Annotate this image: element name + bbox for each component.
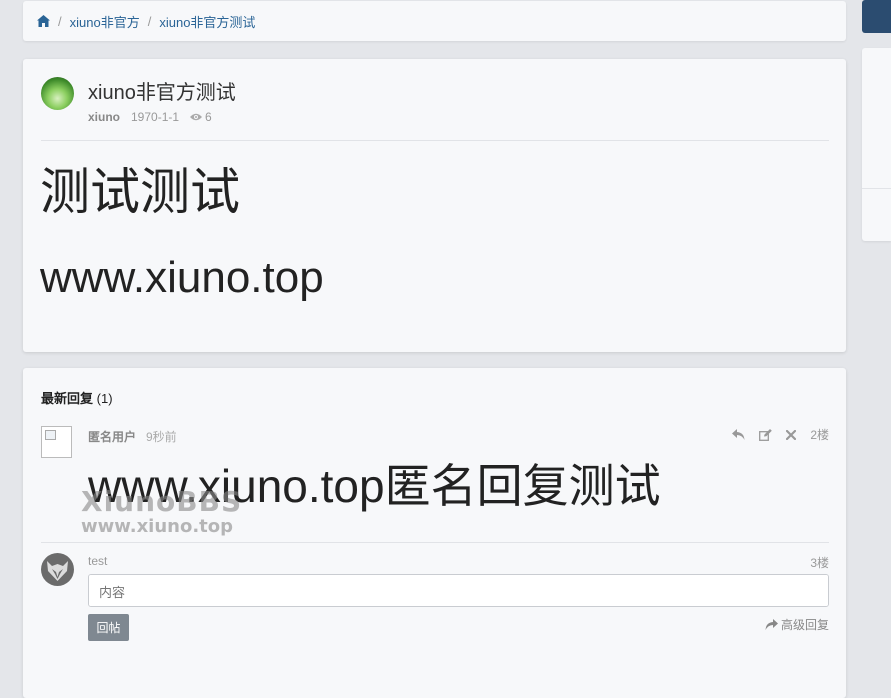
breadcrumb-thread-link[interactable]: xiuno非官方测试 [159,12,255,31]
breadcrumb-forum-link[interactable]: xiuno非官方 [70,12,140,31]
delete-icon[interactable] [786,429,797,440]
share-icon [765,619,778,630]
sidebar-header-block [862,0,891,33]
advanced-reply-label: 高级回复 [780,618,829,632]
reply-avatar [41,426,72,458]
post-content-line: 测试测试 [40,164,240,220]
submit-reply-button[interactable]: 回帖 [88,614,129,641]
post-meta: xiuno 1970-1-1 6 [88,110,212,124]
replies-card: 最新回复 (1) 匿名用户 9秒前 2楼 www.xiuno.top匿名回复测试… [23,368,846,698]
breadcrumb: / xiuno非官方 / xiuno非官方测试 [23,1,846,41]
reply-icon[interactable] [732,429,745,440]
breadcrumb-separator: / [58,13,62,29]
fox-avatar-icon[interactable] [41,553,74,586]
current-username: test [88,554,108,568]
edit-icon[interactable] [759,428,773,441]
post-content-line: www.xiuno.top [40,253,324,302]
thread-post-card: xiuno非官方测试 xiuno 1970-1-1 6 测试测试 www.xiu… [23,59,846,352]
sidebar-divider [862,188,891,189]
watermark-line1: XiunoBBS [81,485,243,518]
home-icon[interactable] [37,15,50,27]
thread-title: xiuno非官方测试 [88,82,236,104]
breadcrumb-separator: / [147,13,152,29]
reply-divider [41,542,829,543]
eye-icon [190,113,203,121]
sidebar-card [862,48,891,241]
replies-header: 最新回复 (1) [41,388,113,407]
author-avatar[interactable] [41,77,74,110]
watermark-line2: www.xiuno.top [81,516,234,537]
reply-time: 9秒前 [146,430,177,444]
next-floor: 3楼 [810,556,829,570]
watermark-logo: XiunoBBS www.xiuno.top [81,488,242,538]
replies-count: (1) [96,391,113,406]
reply-actions: 2楼 [718,426,829,443]
post-date: 1970-1-1 [131,110,180,124]
reply-floor: 2楼 [810,428,829,442]
view-count: 6 [205,110,212,124]
reply-username[interactable]: 匿名用户 [88,428,136,445]
post-divider [41,140,829,141]
post-author[interactable]: xiuno [88,110,120,124]
advanced-reply-link[interactable]: 高级回复 [765,616,829,633]
reply-content-input[interactable] [88,574,829,607]
replies-header-label: 最新回复 [41,391,94,406]
